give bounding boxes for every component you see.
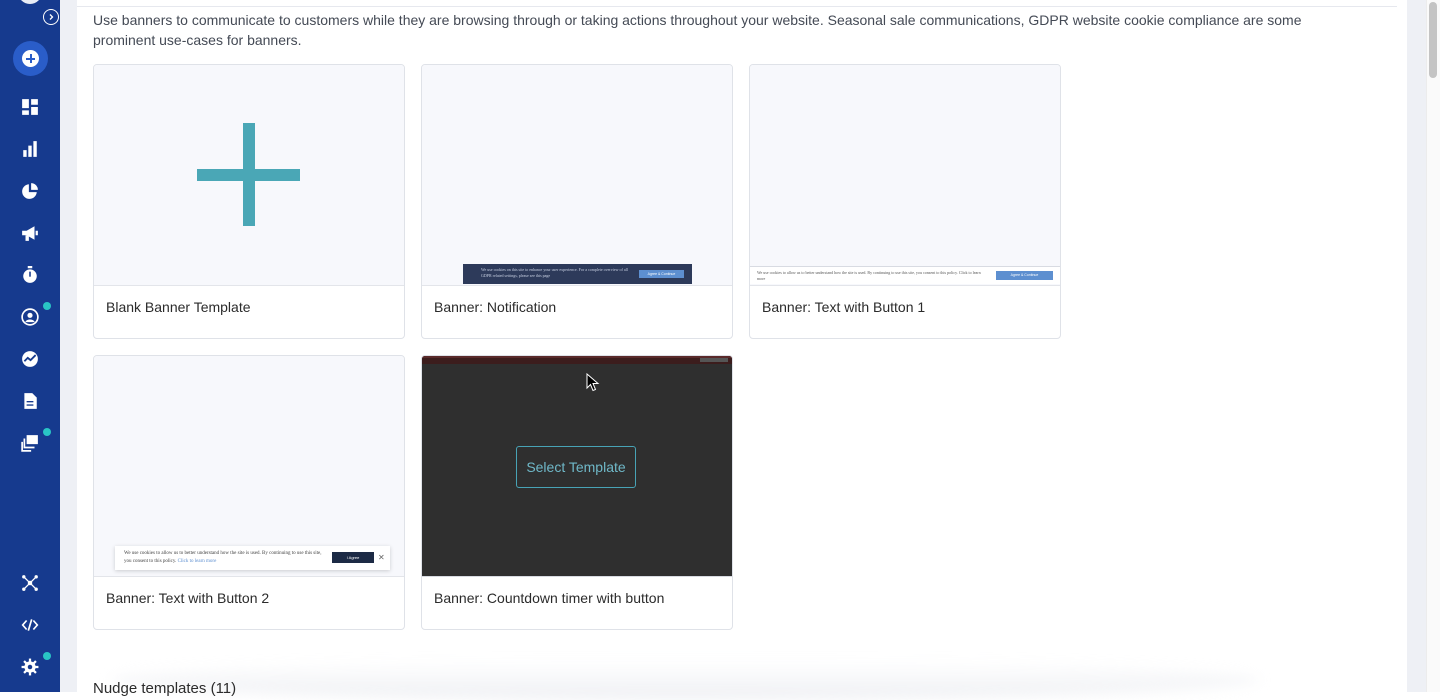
preview-timer-block xyxy=(700,358,728,362)
preview-banner: We use cookies to allow us to better und… xyxy=(115,546,390,570)
notification-dot xyxy=(43,428,51,436)
template-preview xyxy=(94,65,404,286)
plus-icon-bar xyxy=(197,169,300,181)
user-profile-icon[interactable] xyxy=(18,305,42,329)
preview-banner: We use cookies to allow us to better und… xyxy=(750,266,1060,284)
analytics-icon[interactable] xyxy=(18,137,42,161)
select-template-button[interactable]: Select Template xyxy=(516,446,636,488)
integrations-icon[interactable] xyxy=(18,571,42,595)
banner-description: Use banners to communicate to customers … xyxy=(93,12,1302,48)
templates-icon[interactable] xyxy=(18,431,42,455)
code-icon[interactable] xyxy=(18,613,42,637)
preview-banner-button: I Agree xyxy=(332,552,374,563)
preview-timer-bar xyxy=(422,356,732,364)
insights-icon[interactable] xyxy=(18,347,42,371)
template-label: Banner: Notification xyxy=(434,299,557,315)
scrollbar-track[interactable] xyxy=(1426,0,1440,692)
sidebar-nav xyxy=(0,0,64,692)
campaigns-icon[interactable] xyxy=(18,221,42,245)
preview-banner-link: Click to learn more xyxy=(177,559,217,564)
template-preview: We use cookies on this site to enhance y… xyxy=(422,65,732,286)
preview-banner: We use cookies on this site to enhance y… xyxy=(463,264,692,284)
plus-circle-icon xyxy=(22,50,39,67)
nudge-templates-heading: Nudge templates (11) xyxy=(93,680,237,697)
close-icon: ✕ xyxy=(378,553,385,562)
preview-banner-text: We use cookies to allow us to better und… xyxy=(757,270,981,281)
template-label: Banner: Countdown timer with button xyxy=(434,590,665,606)
template-label: Banner: Text with Button 2 xyxy=(106,590,270,606)
user-avatar[interactable] xyxy=(18,0,42,4)
mouse-cursor-icon xyxy=(586,373,600,392)
template-label: Banner: Text with Button 1 xyxy=(762,299,926,315)
template-card-text-button-1[interactable]: We use cookies to allow us to better und… xyxy=(749,64,1061,339)
dashboard-icon[interactable] xyxy=(18,95,42,119)
template-card-notification[interactable]: We use cookies on this site to enhance y… xyxy=(421,64,733,339)
notification-dot xyxy=(43,302,51,310)
notification-dot xyxy=(43,652,51,660)
preview-banner-text: We use cookies to allow us to better und… xyxy=(124,550,324,566)
preview-banner-copy: We use cookies to allow us to better und… xyxy=(124,551,322,564)
documents-icon[interactable] xyxy=(18,389,42,413)
preview-banner-button: Agree & Continue xyxy=(639,270,684,278)
template-label: Blank Banner Template xyxy=(106,299,251,315)
segments-icon[interactable] xyxy=(18,179,42,203)
scrollbar-thumb[interactable] xyxy=(1429,2,1437,78)
template-card-text-button-2[interactable]: We use cookies to allow us to better und… xyxy=(93,355,405,630)
divider xyxy=(77,6,1397,7)
preview-banner-button: Agree & Continue xyxy=(996,271,1053,280)
chevron-right-icon xyxy=(49,14,54,20)
template-preview: We use cookies to allow us to better und… xyxy=(94,356,404,577)
timer-icon[interactable] xyxy=(18,263,42,287)
section-shadow xyxy=(110,660,1260,700)
template-preview: We use cookies to allow us to better und… xyxy=(750,65,1060,286)
settings-icon[interactable] xyxy=(18,655,42,679)
preview-banner-text: We use cookies on this site to enhance y… xyxy=(481,267,628,278)
template-card-blank[interactable]: Blank Banner Template xyxy=(93,64,405,339)
template-card-countdown[interactable]: Select Template Banner: Countdown timer … xyxy=(421,355,733,630)
create-button[interactable] xyxy=(13,41,48,76)
template-preview: Select Template xyxy=(422,356,732,577)
